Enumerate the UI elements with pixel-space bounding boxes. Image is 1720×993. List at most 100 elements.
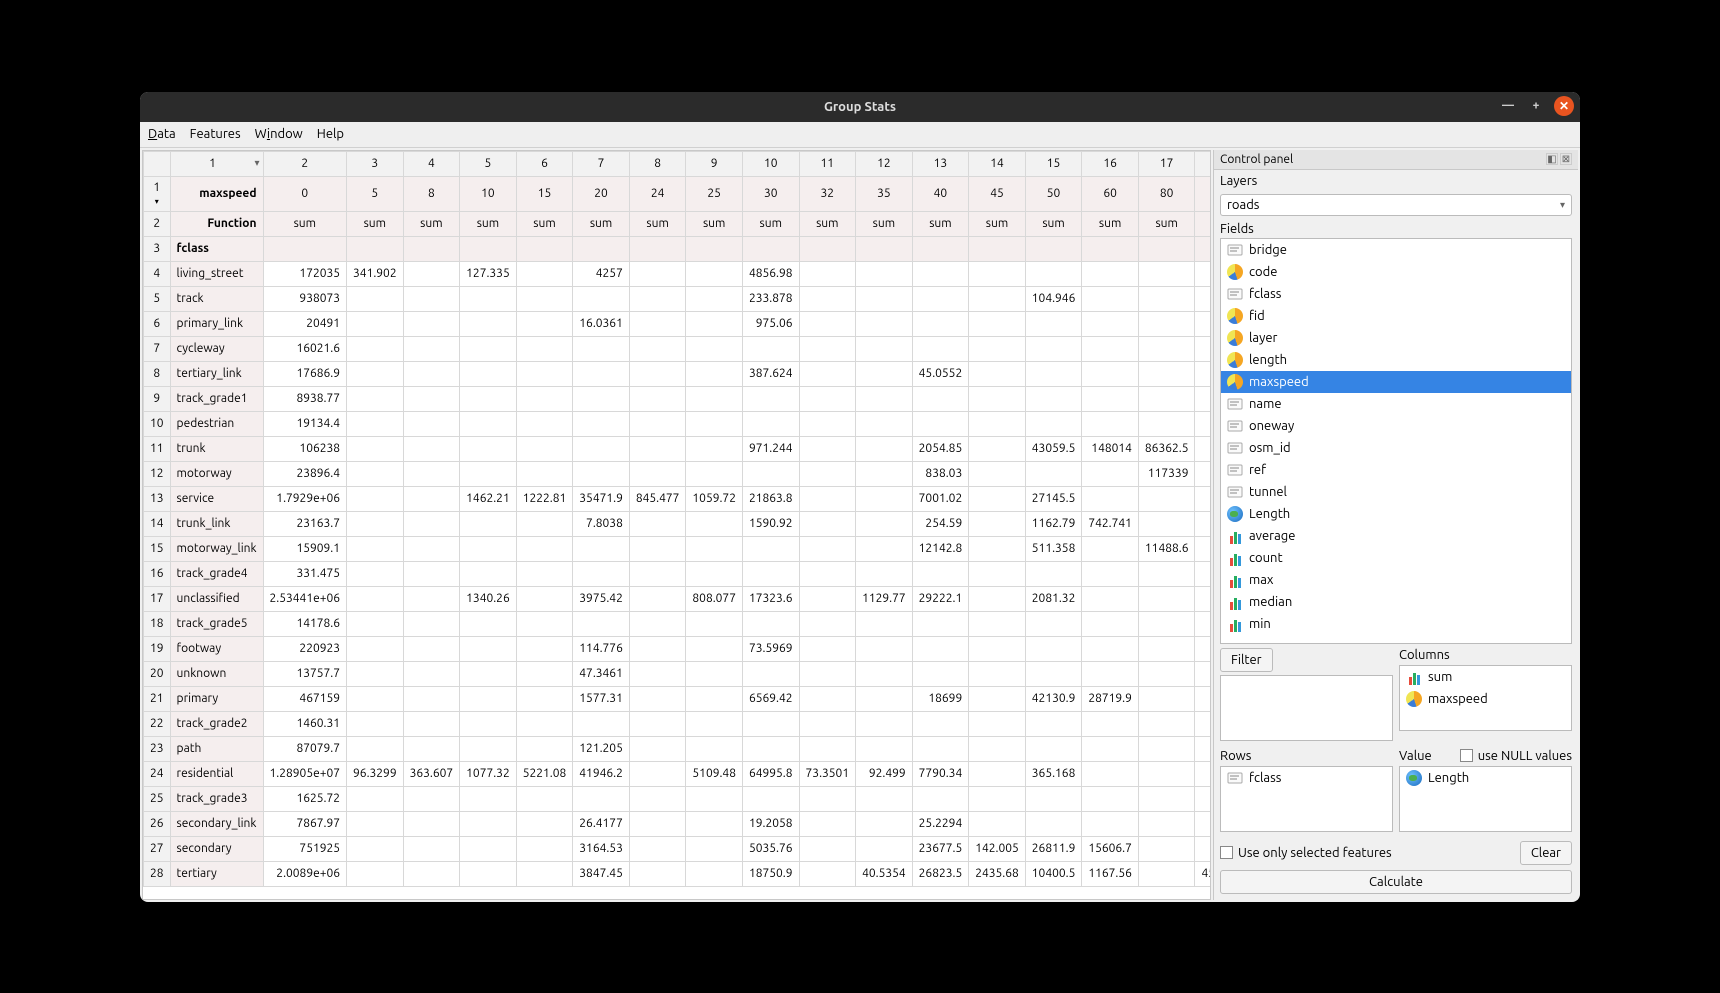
data-cell[interactable]	[969, 311, 1026, 336]
field-item-code[interactable]: code	[1221, 261, 1571, 283]
data-cell[interactable]	[1138, 861, 1195, 886]
data-cell[interactable]	[799, 836, 856, 861]
data-cell[interactable]	[856, 786, 913, 811]
data-cell[interactable]	[347, 311, 404, 336]
column-header[interactable]: 4	[403, 151, 460, 176]
data-cell[interactable]	[460, 386, 517, 411]
data-cell[interactable]	[912, 311, 969, 336]
data-cell[interactable]: 87079.7	[263, 736, 347, 761]
data-cell[interactable]	[347, 561, 404, 586]
data-cell[interactable]	[1138, 686, 1195, 711]
data-cell[interactable]: 42130.9	[1025, 686, 1082, 711]
data-cell[interactable]	[1195, 436, 1211, 461]
data-cell[interactable]	[1138, 311, 1195, 336]
data-cell[interactable]	[1138, 411, 1195, 436]
data-cell[interactable]	[969, 811, 1026, 836]
data-cell[interactable]	[1082, 711, 1139, 736]
data-cell[interactable]	[742, 711, 799, 736]
data-cell[interactable]: 233.878	[742, 286, 799, 311]
data-cell[interactable]	[629, 586, 686, 611]
data-cell[interactable]: 12142.8	[912, 536, 969, 561]
data-cell[interactable]	[856, 286, 913, 311]
column-header[interactable]: 5	[460, 151, 517, 176]
column-header[interactable]: 16	[1082, 151, 1139, 176]
data-cell[interactable]	[347, 436, 404, 461]
column-header[interactable]: 10	[742, 151, 799, 176]
data-cell[interactable]	[1082, 586, 1139, 611]
data-cell[interactable]	[1195, 411, 1211, 436]
data-cell[interactable]	[516, 311, 573, 336]
data-cell[interactable]	[516, 786, 573, 811]
data-cell[interactable]	[1025, 661, 1082, 686]
data-cell[interactable]: 10400.5	[1025, 861, 1082, 886]
data-cell[interactable]	[856, 436, 913, 461]
column-header[interactable]: 18	[1195, 151, 1211, 176]
data-cell[interactable]	[969, 636, 1026, 661]
data-cell[interactable]	[460, 286, 517, 311]
data-cell[interactable]	[516, 361, 573, 386]
data-cell[interactable]	[1138, 261, 1195, 286]
data-cell[interactable]	[403, 561, 460, 586]
data-cell[interactable]	[460, 861, 517, 886]
null-values-checkbox[interactable]: use NULL values	[1460, 749, 1572, 763]
data-cell[interactable]: 975.06	[742, 311, 799, 336]
data-cell[interactable]: 15606.7	[1082, 836, 1139, 861]
field-item-average[interactable]: average	[1221, 525, 1571, 547]
data-cell[interactable]	[912, 611, 969, 636]
data-cell[interactable]	[1138, 286, 1195, 311]
data-cell[interactable]	[516, 286, 573, 311]
list-item[interactable]: fclass	[1221, 767, 1392, 789]
data-cell[interactable]	[1138, 336, 1195, 361]
data-cell[interactable]	[629, 361, 686, 386]
data-cell[interactable]	[403, 486, 460, 511]
data-cell[interactable]	[460, 361, 517, 386]
data-cell[interactable]	[403, 386, 460, 411]
data-cell[interactable]	[516, 461, 573, 486]
data-cell[interactable]: 1577.31	[573, 686, 630, 711]
data-cell[interactable]: 148014	[1082, 436, 1139, 461]
field-item-tunnel[interactable]: tunnel	[1221, 481, 1571, 503]
data-cell[interactable]	[969, 586, 1026, 611]
data-cell[interactable]	[1082, 786, 1139, 811]
data-cell[interactable]	[516, 261, 573, 286]
data-cell[interactable]	[516, 711, 573, 736]
column-header[interactable]: 15	[1025, 151, 1082, 176]
data-cell[interactable]	[912, 411, 969, 436]
data-cell[interactable]	[686, 511, 743, 536]
data-cell[interactable]	[799, 486, 856, 511]
data-cell[interactable]	[1025, 736, 1082, 761]
data-cell[interactable]	[856, 636, 913, 661]
data-cell[interactable]	[403, 811, 460, 836]
data-cell[interactable]	[347, 611, 404, 636]
data-cell[interactable]: 11488.6	[1138, 536, 1195, 561]
data-cell[interactable]: 742.741	[1082, 511, 1139, 536]
data-cell[interactable]	[629, 836, 686, 861]
data-cell[interactable]	[1138, 361, 1195, 386]
data-cell[interactable]	[573, 786, 630, 811]
field-item-length[interactable]: Length	[1221, 503, 1571, 525]
data-cell[interactable]	[1138, 811, 1195, 836]
column-header[interactable]: 9	[686, 151, 743, 176]
data-cell[interactable]	[799, 336, 856, 361]
data-cell[interactable]	[912, 736, 969, 761]
data-cell[interactable]: 43059.5	[1025, 436, 1082, 461]
data-cell[interactable]: 26823.5	[912, 861, 969, 886]
data-cell[interactable]: 1167.56	[1082, 861, 1139, 886]
data-cell[interactable]	[1082, 536, 1139, 561]
data-cell[interactable]	[1025, 811, 1082, 836]
data-cell[interactable]	[460, 836, 517, 861]
data-cell[interactable]	[799, 536, 856, 561]
data-cell[interactable]	[686, 536, 743, 561]
data-cell[interactable]	[460, 736, 517, 761]
close-button[interactable]: ✕	[1554, 96, 1574, 116]
data-cell[interactable]: 363.607	[403, 761, 460, 786]
data-cell[interactable]	[742, 736, 799, 761]
data-cell[interactable]	[969, 386, 1026, 411]
column-header[interactable]: 17	[1138, 151, 1195, 176]
menu-data[interactable]: Data	[148, 127, 176, 141]
data-cell[interactable]	[573, 461, 630, 486]
data-cell[interactable]	[629, 611, 686, 636]
data-cell[interactable]	[460, 686, 517, 711]
data-cell[interactable]	[799, 261, 856, 286]
data-cell[interactable]	[629, 686, 686, 711]
